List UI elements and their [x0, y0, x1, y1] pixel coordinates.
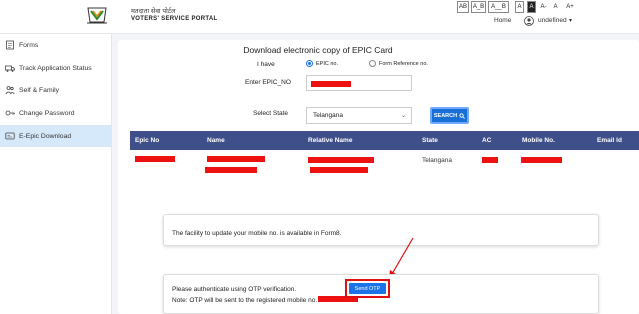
- i-have-label: I have: [257, 61, 275, 68]
- truck-icon: [5, 65, 15, 72]
- chevron-down-icon[interactable]: ▾: [569, 17, 572, 24]
- font-reset-button[interactable]: A: [551, 1, 560, 13]
- key-icon: [5, 110, 15, 116]
- eci-logo-icon: [87, 7, 107, 24]
- page-title: Download electronic copy of EPIC Card: [243, 45, 393, 55]
- radio-form-reference-no[interactable]: [369, 60, 376, 67]
- otp-note-text: Note: OTP will be sent to the registered…: [172, 297, 318, 304]
- state-select[interactable]: Telangana ⌄: [306, 107, 412, 124]
- column-header-state: State: [422, 137, 438, 144]
- redacted-name: [207, 156, 265, 162]
- home-link[interactable]: Home: [494, 17, 511, 24]
- sidebar-item-self-family[interactable]: Self & Family: [0, 79, 112, 101]
- sidebar: Forms Track Application Status Self & Fa…: [0, 34, 112, 314]
- sidebar-item-label: Forms: [19, 41, 39, 49]
- radio-epic-no[interactable]: [306, 60, 313, 67]
- portal-title: VOTERS' SERVICE PORTAL: [131, 16, 218, 22]
- contrast-dark-button[interactable]: A: [527, 1, 536, 13]
- epic-no-label: Enter EPIC_NO: [245, 79, 291, 86]
- sidebar-item-track-status[interactable]: Track Application Status: [0, 57, 112, 79]
- radio-form-reference-label[interactable]: Form Reference no.: [379, 61, 428, 67]
- search-button[interactable]: SEARCH: [430, 107, 469, 124]
- card-icon: [5, 132, 15, 140]
- sidebar-item-label: E-Epic Download: [19, 132, 72, 140]
- portal-title-hindi: मतदाता सेवा पोर्टल: [131, 8, 176, 15]
- sidebar-item-label: Change Password: [19, 109, 75, 117]
- column-header-email-id: Email Id: [597, 137, 622, 144]
- font-increase-button[interactable]: A+: [564, 1, 576, 13]
- sidebar-item-forms[interactable]: Forms: [0, 34, 112, 56]
- redacted-epic-no: [135, 156, 175, 162]
- search-icon: [459, 112, 466, 119]
- sidebar-item-label: Track Application Status: [19, 64, 92, 72]
- column-header-ac: AC: [482, 137, 492, 144]
- redacted-epic-number: [311, 81, 351, 87]
- accessibility-ab-button[interactable]: AB: [457, 1, 469, 13]
- sidebar-item-e-epic-download[interactable]: E-Epic Download: [0, 125, 112, 147]
- row-state: Telangana: [422, 157, 452, 164]
- contrast-light-button[interactable]: A: [515, 1, 524, 13]
- user-icon[interactable]: [524, 16, 534, 26]
- otp-instruction-text: Please authenticate using OTP verificati…: [172, 286, 297, 293]
- column-header-relative-name: Relative Name: [308, 137, 353, 144]
- chevron-down-icon: ⌄: [400, 113, 406, 119]
- redacted-name-line2: [205, 167, 257, 173]
- epic-no-input[interactable]: [306, 75, 412, 91]
- search-button-label: SEARCH: [433, 112, 458, 119]
- column-header-epic-no: Epic No: [135, 137, 160, 144]
- sidebar-item-change-password[interactable]: Change Password: [0, 102, 112, 124]
- column-header-name: Name: [207, 137, 225, 144]
- redacted-ac: [482, 157, 498, 163]
- accessibility-a-b-button[interactable]: A_B: [471, 1, 486, 13]
- sidebar-item-label: Self & Family: [19, 86, 60, 94]
- radio-epic-no-label[interactable]: EPIC no.: [316, 61, 338, 67]
- font-decrease-button[interactable]: A-: [539, 1, 548, 13]
- column-header-mobile-no: Mobile No.: [522, 137, 555, 144]
- top-header: मतदाता सेवा पोर्टल VOTERS' SERVICE PORTA…: [0, 0, 639, 34]
- send-otp-highlight: Send OTP: [345, 279, 390, 298]
- send-otp-button[interactable]: Send OTP: [349, 283, 386, 294]
- family-icon: [5, 86, 15, 95]
- redacted-relative-name-line2: [310, 167, 368, 173]
- redacted-mobile-no: [521, 157, 562, 163]
- forms-icon: [6, 40, 14, 50]
- redacted-relative-name: [308, 157, 374, 163]
- user-name[interactable]: undefined: [538, 17, 567, 24]
- accessibility-a--b-button[interactable]: A__B: [488, 1, 509, 13]
- mobile-update-notice-text: The facility to update your mobile no. i…: [172, 230, 342, 237]
- results-table-header: Epic No Name Relative Name State AC Mobi…: [130, 131, 639, 150]
- state-select-value: Telangana: [313, 112, 343, 119]
- select-state-label: Select State: [253, 110, 289, 117]
